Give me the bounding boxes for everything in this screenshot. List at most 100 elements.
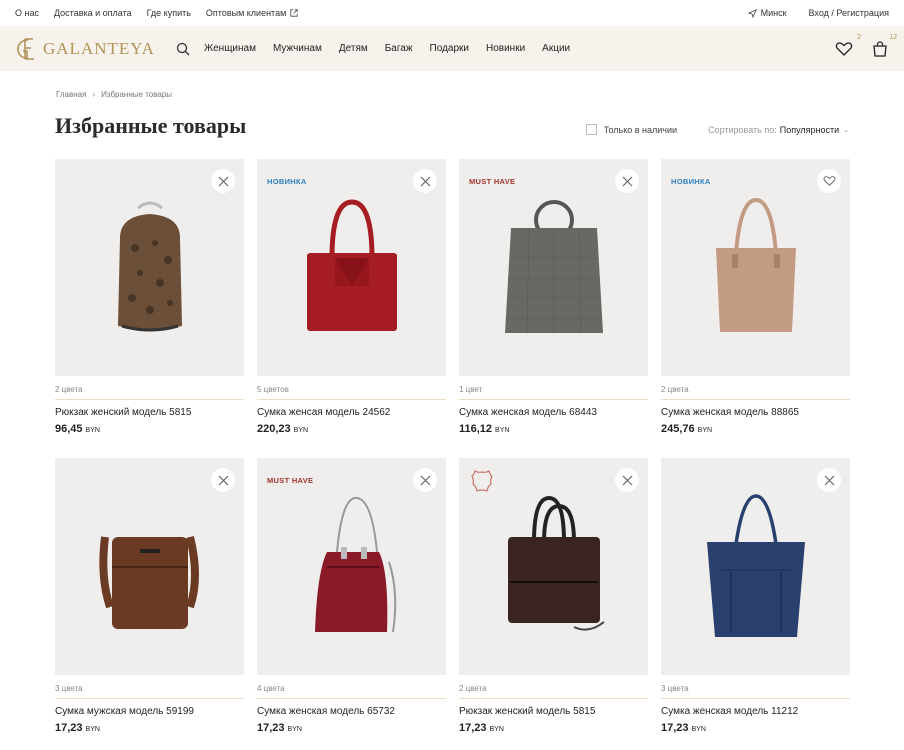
product-card[interactable]: 2 цвета Рюкзак женский модель 5815 96,45… bbox=[55, 159, 244, 435]
product-badge: MUST HAVE bbox=[469, 177, 516, 186]
logo-monogram-icon bbox=[17, 37, 34, 60]
nav-gifts[interactable]: Подарки bbox=[430, 43, 469, 54]
close-icon bbox=[420, 176, 430, 186]
product-name[interactable]: Сумка мужская модель 59199 bbox=[55, 706, 244, 717]
product-card[interactable]: 3 цвета Сумка женская модель 11212 17,23… bbox=[661, 458, 850, 734]
product-price: 17,23 BYN bbox=[55, 722, 244, 734]
product-image[interactable] bbox=[661, 458, 850, 675]
remove-from-favorites-button[interactable] bbox=[211, 169, 235, 193]
product-name[interactable]: Сумка женская модель 11212 bbox=[661, 706, 850, 717]
product-price: 17,23 BYN bbox=[257, 722, 446, 734]
price-value: 17,23 bbox=[459, 722, 487, 734]
sort-dropdown[interactable]: Популярности bbox=[780, 125, 839, 135]
product-image[interactable]: MUST HAVE bbox=[459, 159, 648, 376]
nav-kids[interactable]: Детям bbox=[339, 43, 368, 54]
product-name[interactable]: Рюкзак женский модель 5815 bbox=[55, 407, 244, 418]
close-icon bbox=[622, 475, 632, 485]
product-name[interactable]: Сумка женская модель 88865 bbox=[661, 407, 850, 418]
brand-logo[interactable]: GALANTEYA bbox=[15, 36, 163, 62]
product-colors: 3 цвета bbox=[55, 684, 244, 699]
product-photo bbox=[117, 201, 182, 331]
genuine-leather-icon bbox=[471, 470, 493, 492]
product-image[interactable] bbox=[459, 458, 648, 675]
product-price: 17,23 BYN bbox=[661, 722, 850, 734]
sort-label: Сортировать по: bbox=[708, 124, 777, 135]
product-colors: 2 цвета bbox=[55, 385, 244, 400]
product-card[interactable]: НОВИНКА 5 цветов Сумка женсая модель 245… bbox=[257, 159, 446, 435]
breadcrumb-current: Избранные товары bbox=[101, 90, 173, 99]
product-image[interactable]: НОВИНКА bbox=[257, 159, 446, 376]
main-nav: Женщинам Мужчинам Детям Багаж Подарки Но… bbox=[204, 43, 587, 54]
product-card[interactable]: MUST HAVE 1 цвет Сумка женская модель 68… bbox=[459, 159, 648, 435]
price-currency: BYN bbox=[495, 427, 510, 434]
favorites-count: 2 bbox=[857, 33, 861, 41]
product-name[interactable]: Сумка женсая модель 24562 bbox=[257, 407, 446, 418]
cart-count: 12 bbox=[889, 33, 897, 41]
in-stock-checkbox[interactable] bbox=[585, 124, 597, 135]
price-currency: BYN bbox=[489, 726, 504, 733]
remove-from-favorites-button[interactable] bbox=[413, 468, 437, 492]
product-name[interactable]: Рюкзак женский модель 5815 bbox=[459, 706, 648, 717]
remove-from-favorites-button[interactable] bbox=[413, 169, 437, 193]
link-about[interactable]: О нас bbox=[15, 8, 39, 18]
link-wholesale-label: Оптовым клиентам bbox=[205, 8, 287, 18]
product-photo bbox=[98, 535, 199, 629]
nav-luggage[interactable]: Багаж bbox=[385, 43, 413, 54]
product-image[interactable]: MUST HAVE bbox=[257, 458, 446, 675]
product-badge: MUST HAVE bbox=[267, 476, 314, 485]
product-card[interactable]: 3 цвета Сумка мужская модель 59199 17,23… bbox=[55, 458, 244, 734]
breadcrumb: Главная › Избранные товары bbox=[56, 90, 172, 99]
in-stock-label[interactable]: Только в наличии bbox=[604, 125, 677, 135]
price-value: 17,23 bbox=[661, 722, 689, 734]
login-register-link[interactable]: Вход / Регистрация bbox=[809, 8, 889, 18]
product-photo bbox=[706, 493, 805, 637]
main-header: GALANTEYA Женщинам Мужчинам Детям Багаж … bbox=[0, 26, 904, 71]
price-value: 245,76 bbox=[661, 423, 695, 435]
city-selector[interactable]: Минск bbox=[747, 8, 787, 18]
price-value: 220,23 bbox=[257, 423, 291, 435]
nav-women[interactable]: Женщинам bbox=[204, 43, 256, 54]
nav-sale[interactable]: Акции bbox=[542, 43, 570, 54]
price-currency: BYN bbox=[691, 726, 706, 733]
close-icon bbox=[824, 475, 834, 485]
product-image[interactable] bbox=[55, 159, 244, 376]
add-to-favorites-button[interactable] bbox=[817, 169, 841, 193]
nav-new[interactable]: Новинки bbox=[486, 43, 525, 54]
price-value: 96,45 bbox=[55, 423, 83, 435]
product-card[interactable]: НОВИНКА 2 цвета Сумка женская модель 888… bbox=[661, 159, 850, 435]
chevron-down-icon[interactable]: ⌄ bbox=[843, 126, 849, 134]
product-name[interactable]: Сумка женская модель 65732 bbox=[257, 706, 446, 717]
link-where-to-buy[interactable]: Где купить bbox=[147, 8, 191, 18]
close-icon bbox=[420, 475, 430, 485]
remove-from-favorites-button[interactable] bbox=[211, 468, 235, 492]
nav-men[interactable]: Мужчинам bbox=[273, 43, 322, 54]
link-delivery[interactable]: Доставка и оплата bbox=[54, 8, 132, 18]
product-badge: НОВИНКА bbox=[671, 177, 711, 186]
filters-bar: Только в наличии Сортировать по: Популяр… bbox=[585, 124, 849, 135]
product-colors: 3 цвета bbox=[661, 684, 850, 699]
price-currency: BYN bbox=[697, 427, 713, 434]
product-card[interactable]: 2 цвета Рюкзак женский модель 5815 17,23… bbox=[459, 458, 648, 734]
product-price: 220,23 BYN bbox=[257, 423, 446, 435]
search-icon[interactable] bbox=[176, 42, 190, 56]
price-currency: BYN bbox=[293, 427, 309, 434]
price-currency: BYN bbox=[85, 726, 100, 733]
product-image[interactable]: НОВИНКА bbox=[661, 159, 850, 376]
remove-from-favorites-button[interactable] bbox=[615, 468, 639, 492]
remove-from-favorites-button[interactable] bbox=[615, 169, 639, 193]
remove-from-favorites-button[interactable] bbox=[817, 468, 841, 492]
product-photo bbox=[507, 495, 605, 631]
link-wholesale[interactable]: Оптовым клиентам bbox=[206, 8, 298, 18]
product-colors: 5 цветов bbox=[257, 385, 446, 400]
breadcrumb-home[interactable]: Главная bbox=[56, 90, 86, 99]
favorites-button[interactable]: 2 bbox=[835, 34, 861, 58]
product-name[interactable]: Сумка женская модель 68443 bbox=[459, 407, 648, 418]
product-price: 116,12 BYN bbox=[459, 423, 648, 435]
product-photo bbox=[306, 198, 397, 331]
heart-icon bbox=[835, 41, 853, 56]
cart-button[interactable]: 12 bbox=[871, 34, 897, 58]
product-image[interactable] bbox=[55, 458, 244, 675]
close-icon bbox=[218, 176, 228, 186]
product-photo bbox=[715, 197, 796, 332]
product-card[interactable]: MUST HAVE 4 цвета Сумка женская модель 6… bbox=[257, 458, 446, 734]
